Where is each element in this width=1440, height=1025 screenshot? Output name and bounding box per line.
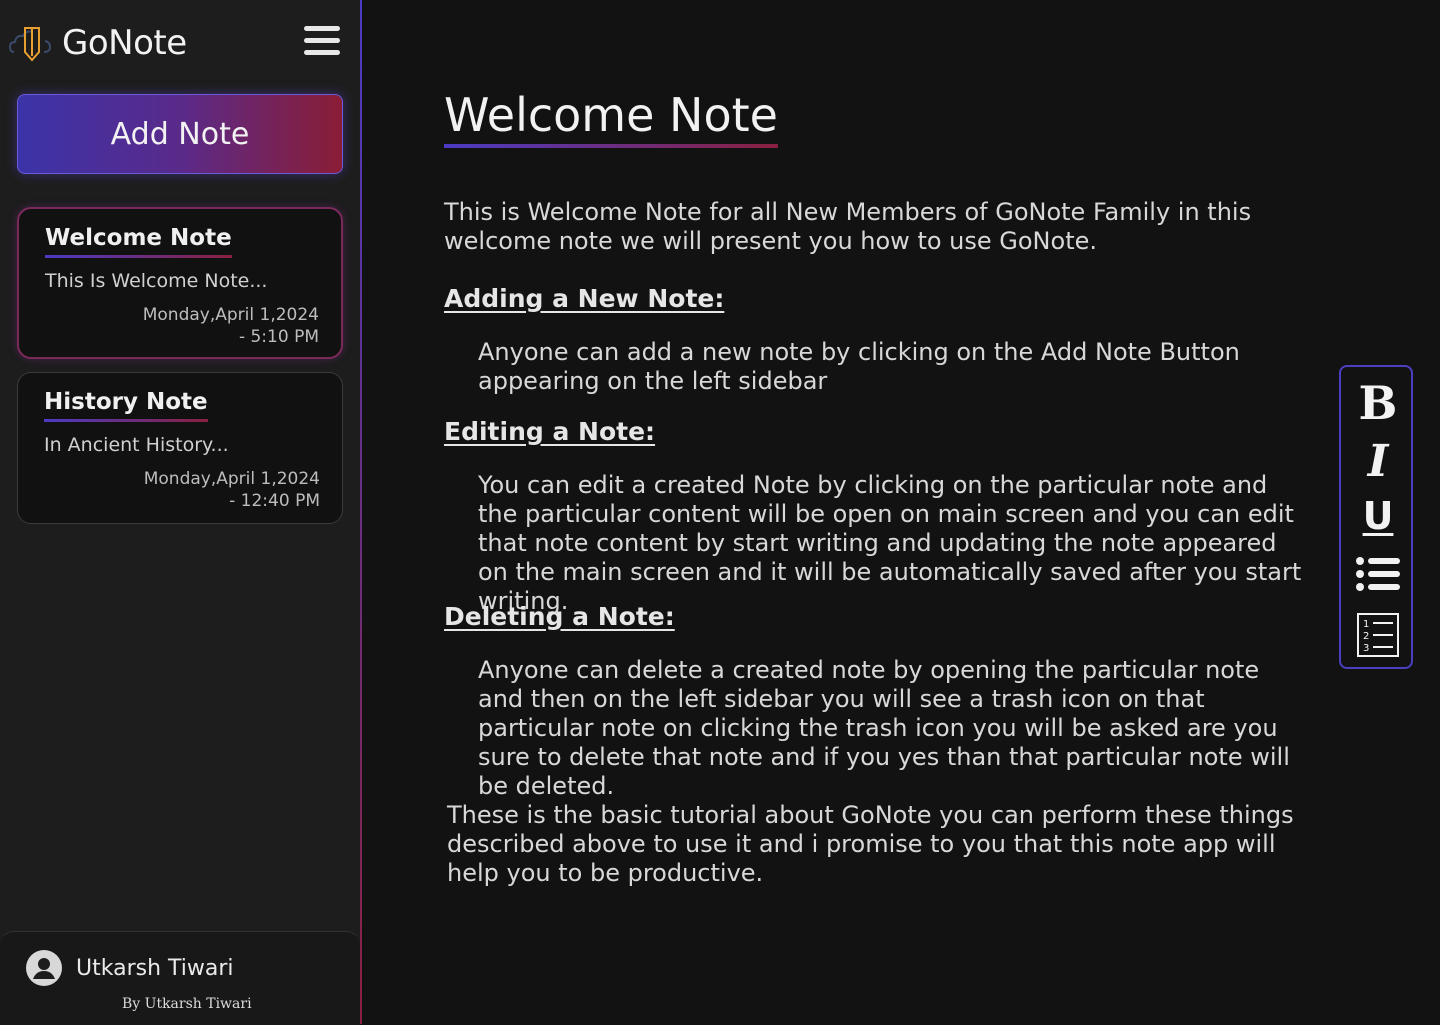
note-card-history[interactable]: History Note In Ancient History... Monda… <box>17 372 343 524</box>
note-card-time-line: - 5:10 PM <box>238 327 319 347</box>
bold-label: B <box>1358 376 1398 430</box>
menu-bar <box>304 50 340 55</box>
sidebar: GoNote Add Note Welcome Note This Is Wel… <box>0 0 360 1025</box>
section-heading-editing[interactable]: Editing a Note: <box>444 417 655 446</box>
brand[interactable]: GoNote <box>8 22 187 64</box>
cloud-pencil-logo-icon <box>8 27 52 62</box>
italic-label: I <box>1367 435 1389 487</box>
section-body-editing[interactable]: You can edit a created Note by clicking … <box>478 471 1308 616</box>
note-card-date: Monday,April 1,2024 - 12:40 PM <box>44 468 320 512</box>
note-card-snippet: This Is Welcome Note... <box>45 270 268 292</box>
svg-text:2: 2 <box>1363 631 1369 642</box>
note-card-title: History Note <box>44 389 208 422</box>
svg-text:1: 1 <box>1363 619 1369 630</box>
app-name: GoNote <box>62 23 187 63</box>
user-avatar-icon <box>26 950 62 986</box>
add-note-button[interactable]: Add Note <box>17 94 343 174</box>
section-body-adding[interactable]: Anyone can add a new note by clicking on… <box>478 338 1258 396</box>
menu-bar <box>304 26 340 31</box>
user-panel[interactable]: Utkarsh Tiwari By Utkarsh Tiwari <box>0 931 360 1025</box>
format-toolbar: B I U 1 2 3 <box>1339 365 1413 669</box>
underline-label: U <box>1362 494 1394 538</box>
note-card-date-line: Monday,April 1,2024 <box>143 469 320 489</box>
note-card-snippet: In Ancient History... <box>44 434 229 456</box>
note-title[interactable]: Welcome Note <box>444 88 778 148</box>
note-intro[interactable]: This is Welcome Note for all New Members… <box>444 198 1264 256</box>
bullet-list-icon[interactable] <box>1341 549 1415 599</box>
user-name: Utkarsh Tiwari <box>76 956 234 981</box>
note-outro[interactable]: These is the basic tutorial about GoNote… <box>447 801 1307 888</box>
bullet-list-glyph <box>1356 557 1400 591</box>
sidebar-divider <box>360 0 362 1024</box>
underline-icon[interactable]: U <box>1341 491 1415 541</box>
note-card-date-line: Monday,April 1,2024 <box>142 305 319 325</box>
user-credit: By Utkarsh Tiwari <box>122 996 252 1012</box>
section-heading-adding[interactable]: Adding a New Note: <box>444 284 724 313</box>
note-card-time-line: - 12:40 PM <box>229 491 320 511</box>
bold-icon[interactable]: B <box>1341 375 1415 431</box>
svg-text:3: 3 <box>1363 643 1369 654</box>
note-card-welcome[interactable]: Welcome Note This Is Welcome Note... Mon… <box>17 207 343 359</box>
menu-bar <box>304 38 340 43</box>
numbered-list-glyph: 1 2 3 <box>1357 613 1399 657</box>
note-card-title: Welcome Note <box>45 225 232 258</box>
section-heading-deleting[interactable]: Deleting a Note: <box>444 602 675 631</box>
hamburger-menu-icon[interactable] <box>304 26 340 58</box>
numbered-list-icon[interactable]: 1 2 3 <box>1341 607 1415 663</box>
italic-icon[interactable]: I <box>1341 433 1415 489</box>
section-body-deleting[interactable]: Anyone can delete a created note by open… <box>478 656 1308 801</box>
note-card-date: Monday,April 1,2024 - 5:10 PM <box>45 304 319 348</box>
